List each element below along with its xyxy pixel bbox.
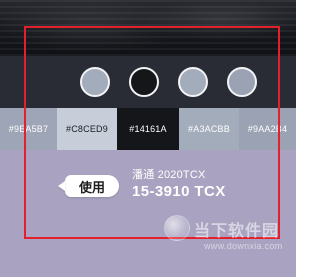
pantone-title: 潘通 2020TCX [132, 169, 206, 181]
swatch-hex-label: #9AA2B4 [247, 124, 288, 134]
color-circle-2[interactable] [129, 67, 159, 97]
swatch-hex-label: #A3ACBB [188, 124, 230, 134]
color-picker-screen: #9EA5B7 #C8CED9 #14161A #A3ACBB #9AA2B4 … [0, 0, 296, 277]
pantone-code: 15-3910 TCX [132, 183, 226, 200]
swatch-4[interactable]: #A3ACBB [179, 108, 239, 150]
color-circle-4[interactable] [227, 67, 257, 97]
use-button-label: 使用 [78, 179, 105, 195]
use-button[interactable]: 使用 [65, 175, 119, 197]
swatch-hex-label: #9EA5B7 [8, 124, 49, 134]
swatch-strip: #9EA5B7 #C8CED9 #14161A #A3ACBB #9AA2B4 [0, 108, 296, 150]
swatch-3[interactable]: #14161A [117, 108, 179, 150]
swatch-5[interactable]: #9AA2B4 [239, 108, 296, 150]
color-circle-1[interactable] [80, 67, 110, 97]
swatch-2[interactable]: #C8CED9 [57, 108, 117, 150]
swatch-hex-label: #14161A [129, 124, 167, 134]
color-circle-3[interactable] [178, 67, 208, 97]
swatch-1[interactable]: #9EA5B7 [0, 108, 57, 150]
color-circles [0, 64, 296, 104]
swatch-hex-label: #C8CED9 [66, 124, 108, 134]
